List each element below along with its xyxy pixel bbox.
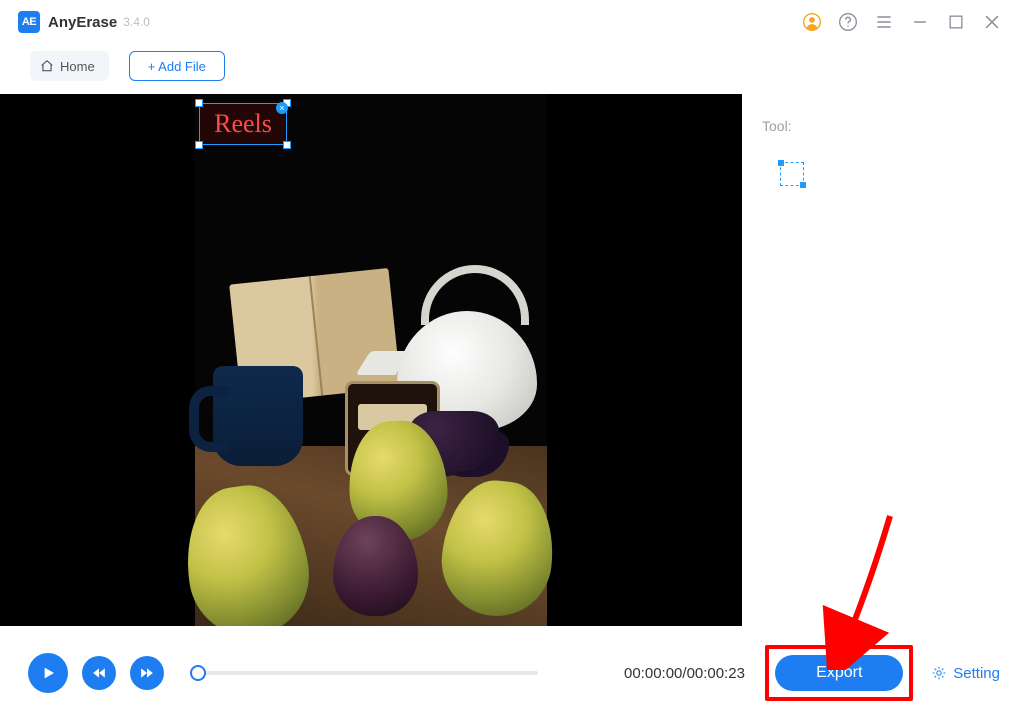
play-icon xyxy=(40,665,56,681)
home-icon xyxy=(40,59,54,73)
video-frame: Reels × xyxy=(195,94,547,626)
app-version: 3.4.0 xyxy=(123,15,150,29)
add-file-button[interactable]: + Add File xyxy=(129,51,225,81)
rewind-icon xyxy=(92,666,106,680)
tool-panel-label: Tool: xyxy=(762,118,1000,134)
toolbar: Home + Add File xyxy=(0,44,1020,88)
app-name: AnyErase xyxy=(48,14,117,31)
watermark-text: Reels xyxy=(214,109,272,139)
maximize-icon[interactable] xyxy=(946,12,966,32)
setting-link-label: Setting xyxy=(953,665,1000,682)
forward-button[interactable] xyxy=(130,656,164,690)
home-button-label: Home xyxy=(60,59,95,74)
watermark-selection[interactable]: Reels × xyxy=(199,103,287,145)
close-icon[interactable] xyxy=(982,12,1002,32)
timecode: 00:00:00/00:00:23 xyxy=(624,665,745,682)
selection-handle-tl[interactable] xyxy=(195,99,203,107)
rewind-button[interactable] xyxy=(82,656,116,690)
gear-icon xyxy=(931,665,947,681)
forward-icon xyxy=(140,666,154,680)
menu-icon[interactable] xyxy=(874,12,894,32)
play-button[interactable] xyxy=(28,653,68,693)
tool-panel: Tool: xyxy=(742,94,1020,628)
bottom-bar: 00:00:00/00:00:23 Export Setting xyxy=(0,633,1020,713)
selection-close-icon[interactable]: × xyxy=(276,102,288,114)
minimize-icon[interactable] xyxy=(910,12,930,32)
user-icon[interactable] xyxy=(802,12,822,32)
export-highlight: Export xyxy=(765,645,913,701)
setting-link[interactable]: Setting xyxy=(931,665,1000,682)
video-preview[interactable]: Reels × xyxy=(0,94,742,626)
selection-tool-icon[interactable] xyxy=(780,162,804,186)
export-button[interactable]: Export xyxy=(775,655,903,691)
selection-handle-bl[interactable] xyxy=(195,141,203,149)
home-button[interactable]: Home xyxy=(30,51,109,81)
seek-thumb[interactable] xyxy=(190,665,206,681)
title-bar: AE AnyErase 3.4.0 xyxy=(0,0,1020,44)
selection-handle-br[interactable] xyxy=(283,141,291,149)
help-icon[interactable] xyxy=(838,12,858,32)
seek-bar[interactable] xyxy=(198,663,538,683)
app-logo: AE xyxy=(18,11,40,33)
